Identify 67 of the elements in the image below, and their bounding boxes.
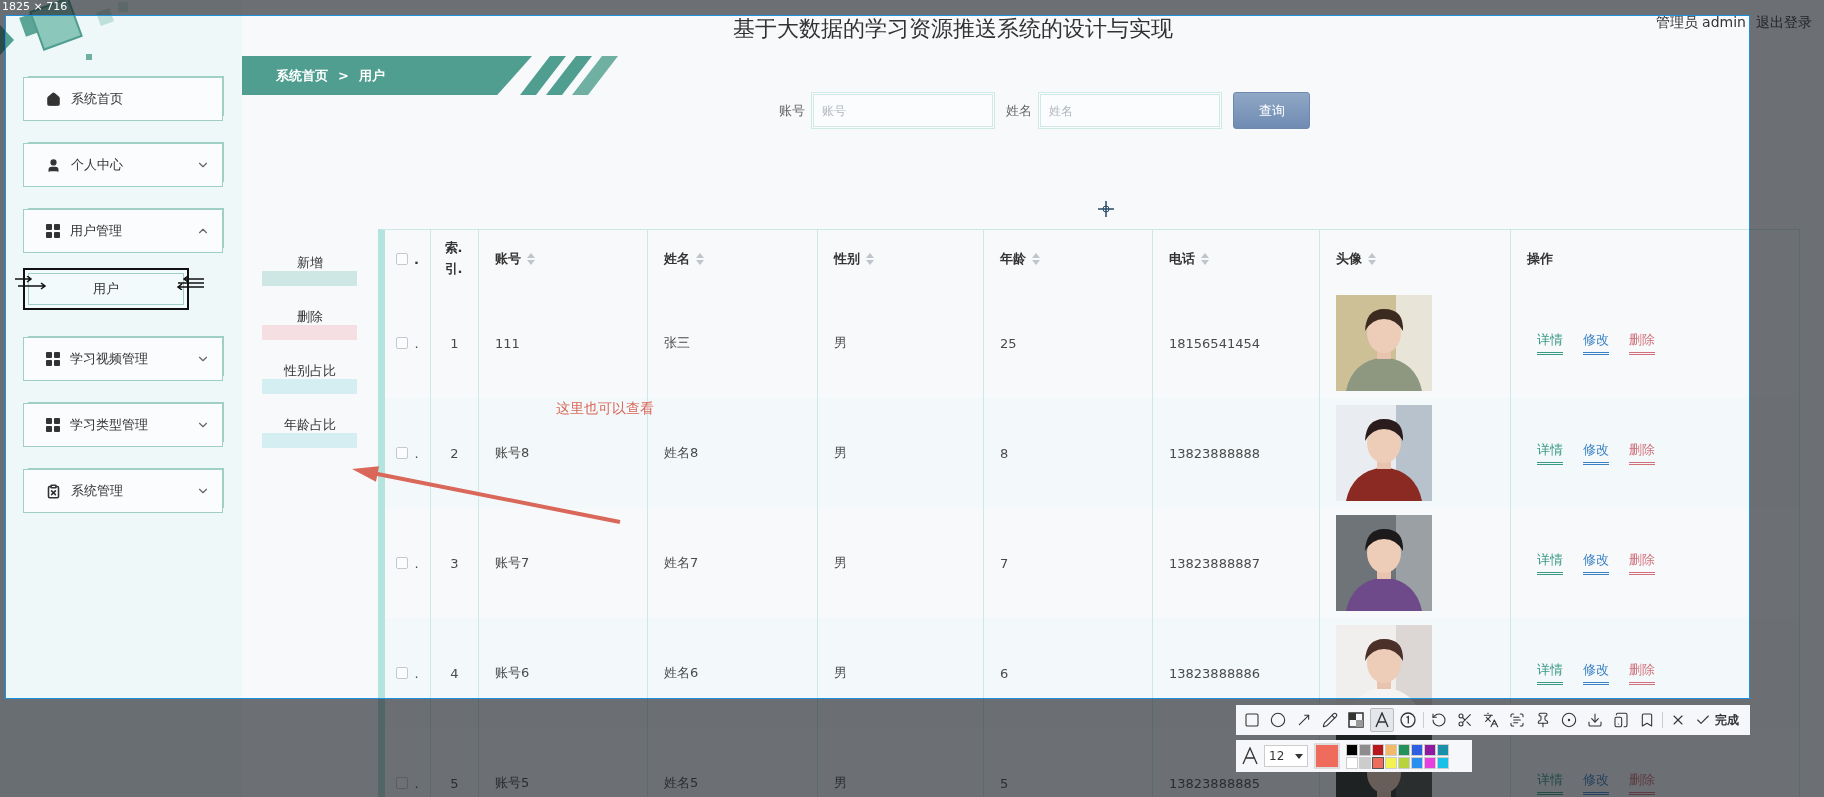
action-link[interactable]: 修改 <box>1583 441 1609 465</box>
row-mark: . <box>414 665 419 681</box>
table-cell: 男 <box>834 444 847 462</box>
table-cell: 3 <box>450 555 459 571</box>
table-cell: 张三 <box>664 334 690 352</box>
column-header[interactable]: 性别 <box>834 250 860 268</box>
table-cell: 姓名6 <box>664 664 699 682</box>
font-size-select[interactable]: 12 <box>1264 745 1308 767</box>
breadcrumb-item: 用户 <box>358 66 385 85</box>
column-header[interactable]: 年龄 <box>1000 250 1026 268</box>
table-cell: 5 <box>1000 775 1009 791</box>
menu-item[interactable]: 学习视频管理 <box>23 337 223 381</box>
column-header: 索.引. <box>444 239 464 278</box>
column-header[interactable]: 姓名 <box>664 250 690 268</box>
action-link[interactable]: 修改 <box>1583 661 1609 685</box>
menu-item[interactable]: 系统首页 <box>23 77 223 121</box>
column-header: . <box>414 251 419 267</box>
action-link[interactable]: 修改 <box>1583 331 1609 355</box>
table-cell: 7 <box>1000 555 1009 571</box>
table-cell: 13823888885 <box>1169 775 1260 791</box>
row-mark: . <box>414 775 419 791</box>
table-cell: 账号5 <box>495 774 530 792</box>
table-cell: 姓名7 <box>664 554 699 572</box>
table-cell: 男 <box>834 774 847 792</box>
table-cell: 1 <box>450 335 459 351</box>
table-cell: 111 <box>495 335 520 351</box>
table-cell: 账号8 <box>495 444 530 462</box>
search-field[interactable]: 姓名 <box>1038 92 1222 129</box>
table-cell: 账号7 <box>495 554 530 572</box>
column-header[interactable]: 账号 <box>495 250 521 268</box>
table-cell: 姓名5 <box>664 774 699 792</box>
row-mark: . <box>414 555 419 571</box>
annotation-text: 这里也可以查看 <box>556 400 654 418</box>
action-link[interactable]: 修改 <box>1583 551 1609 575</box>
column-header: 操作 <box>1527 250 1553 268</box>
table-cell: 25 <box>1000 335 1017 351</box>
table-cell: 13823888886 <box>1169 665 1260 681</box>
field-label: 姓名 <box>1006 101 1032 120</box>
user-label: 管理员 admin <box>1655 14 1746 32</box>
table-cell: 4 <box>450 665 459 681</box>
row-mark: . <box>414 445 419 461</box>
table-cell: 5 <box>450 775 459 791</box>
column-header[interactable]: 电话 <box>1169 250 1195 268</box>
table-cell: 男 <box>834 554 847 572</box>
submenu-item[interactable]: 用户 <box>23 268 189 310</box>
table-cell: 13823888888 <box>1169 445 1260 461</box>
table-cell: 18156541454 <box>1169 335 1260 351</box>
menu-item[interactable]: 用户管理 <box>23 209 223 253</box>
table-cell: 男 <box>834 664 847 682</box>
table-cell: 2 <box>450 445 459 461</box>
size-label: 1825 × 716 <box>2 0 68 13</box>
search-field[interactable]: 账号 <box>811 92 995 129</box>
menu-item[interactable]: 学习类型管理 <box>23 403 223 447</box>
page-title: 基于大数据的学习资源推送系统的设计与实现 <box>733 15 1173 43</box>
field-label: 账号 <box>779 101 805 120</box>
table-cell: 姓名8 <box>664 444 699 462</box>
table-cell: 账号6 <box>495 664 530 682</box>
breadcrumb-separator: > <box>338 68 349 83</box>
table-cell: 13823888887 <box>1169 555 1260 571</box>
row-mark: . <box>414 335 419 351</box>
table-cell: 8 <box>1000 445 1009 461</box>
menu-item[interactable]: 系统管理 <box>23 469 223 513</box>
column-header[interactable]: 头像 <box>1336 250 1362 268</box>
table-cell: 男 <box>834 334 847 352</box>
done-button[interactable]: 完成 <box>1692 708 1742 732</box>
table-cell: 6 <box>1000 665 1009 681</box>
menu-item[interactable]: 个人中心 <box>23 143 223 187</box>
